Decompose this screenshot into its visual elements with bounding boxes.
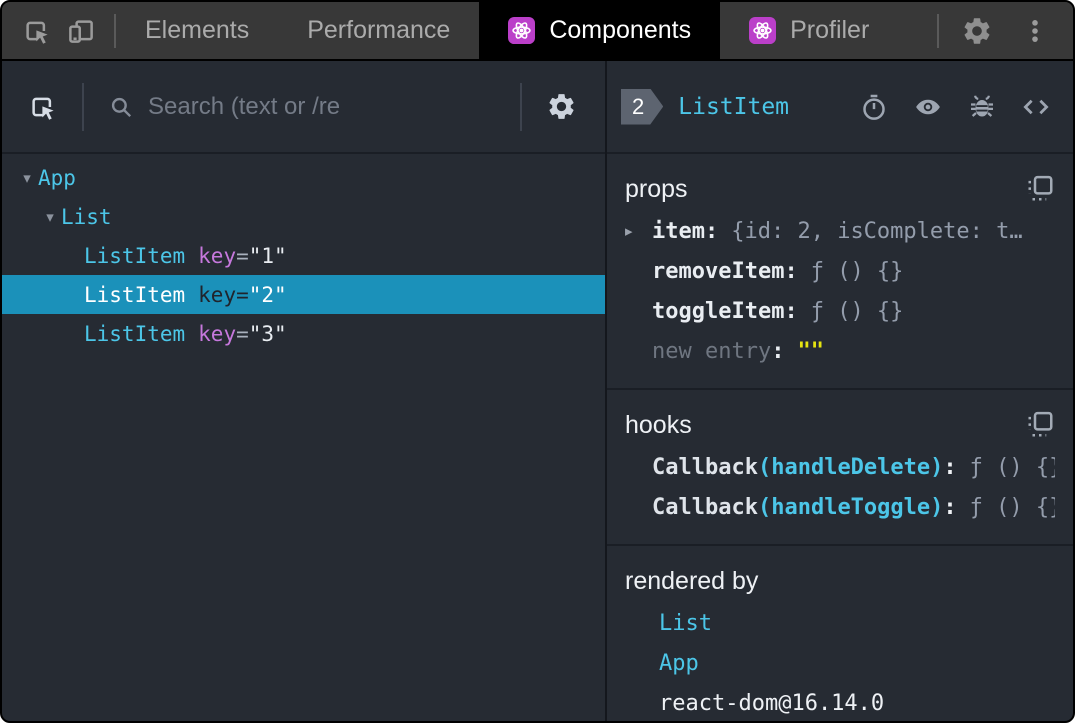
- key-attr-name: key: [198, 321, 237, 346]
- copy-hooks-icon[interactable]: [1025, 410, 1055, 440]
- component-name: ListItem: [84, 321, 186, 346]
- settings-gear-icon[interactable]: [939, 2, 1015, 59]
- react-logo-icon: [508, 17, 536, 44]
- toolbar-divider: [520, 82, 522, 131]
- inspect-dom-eye-icon[interactable]: [913, 92, 943, 122]
- device-toolbar-icon[interactable]: [66, 2, 114, 59]
- owner-link-app[interactable]: App: [625, 644, 1055, 684]
- rendered-by-section: rendered by List App react-dom@16.14.0: [607, 546, 1073, 721]
- select-element-icon[interactable]: [28, 92, 58, 122]
- devtools-tabs: Elements Performance Components Profiler: [116, 2, 898, 59]
- prop-value: ƒ () {}: [810, 299, 904, 324]
- inspected-element-header: 2 ListItem: [607, 61, 1073, 154]
- search-icon: [108, 94, 134, 120]
- new-entry-value[interactable]: "": [797, 332, 824, 372]
- devtools-topbar: Elements Performance Components Profiler: [2, 2, 1073, 61]
- prop-row-removeitem[interactable]: removeItem: ƒ () {}: [625, 252, 1055, 292]
- key-attr-value: "3": [248, 321, 287, 346]
- props-section-title: props: [625, 174, 688, 203]
- tab-label: Elements: [145, 16, 250, 44]
- selected-component-name: ListItem: [678, 93, 790, 120]
- rendered-by-title: rendered by: [625, 566, 759, 595]
- tree-row-list[interactable]: ▾ List: [2, 197, 605, 236]
- equals-sign: =: [236, 282, 249, 307]
- tree-row-listitem-2-selected[interactable]: ListItem key = "2": [2, 275, 605, 314]
- suspend-stopwatch-icon[interactable]: [859, 92, 889, 122]
- inspected-element-panel: 2 ListItem props ▸ item: {id: 2, isComp…: [607, 61, 1073, 721]
- hook-value: ƒ () {}: [969, 495, 1055, 520]
- tab-label: Performance: [307, 16, 451, 44]
- equals-sign: =: [236, 321, 249, 346]
- devtools-window: Elements Performance Components Profiler…: [0, 0, 1075, 723]
- components-panel: ▾ App ▾ List ListItem key="1" ListItem k…: [2, 61, 1073, 721]
- component-name: List: [61, 204, 112, 229]
- prop-name: toggleItem: [652, 299, 785, 324]
- expand-arrow-icon[interactable]: ▾: [16, 169, 38, 187]
- hooks-section: hooks Callback (handleDelete): ƒ () {} C…: [607, 390, 1073, 546]
- inspect-element-icon[interactable]: [2, 2, 66, 59]
- tab-label: Profiler: [790, 16, 870, 44]
- tree-toolbar: [2, 61, 605, 154]
- props-section: props ▸ item: {id: 2, isComplete: t… rem…: [607, 154, 1073, 390]
- owners-stack-badge: 2: [621, 89, 663, 125]
- collapsed-arrow-icon[interactable]: ▸: [625, 212, 652, 252]
- react-logo-icon: [749, 17, 777, 44]
- new-entry-label[interactable]: new entry: [652, 332, 771, 372]
- prop-row-new-entry[interactable]: new entry: "": [625, 332, 1055, 372]
- log-to-console-bug-icon[interactable]: [967, 92, 997, 122]
- prop-row-item[interactable]: ▸ item: {id: 2, isComplete: t…: [625, 212, 1055, 252]
- hook-type: Callback: [652, 455, 758, 480]
- renderer-version: react-dom@16.14.0: [659, 691, 885, 716]
- hook-row-handletoggle[interactable]: Callback (handleToggle): ƒ () {}: [625, 488, 1055, 528]
- component-tree: ▾ App ▾ List ListItem key = "1" ListItem k…: [2, 154, 605, 721]
- key-attr-name: key: [198, 243, 237, 268]
- key-attr-value: "1": [248, 243, 287, 268]
- hooks-section-title: hooks: [625, 410, 692, 439]
- expand-arrow-icon[interactable]: ▾: [39, 208, 61, 226]
- component-name: ListItem: [84, 243, 186, 268]
- equals-sign: =: [236, 243, 249, 268]
- tab-label: Components: [549, 16, 692, 44]
- prop-value: {id: 2, isComplete: t…: [731, 219, 1023, 244]
- tab-components[interactable]: Components: [479, 2, 721, 59]
- prop-name: removeItem: [652, 259, 785, 284]
- tree-panel: ▾ App ▾ List ListItem key="1" ListItem k…: [2, 61, 607, 721]
- hook-row-handledelete[interactable]: Callback (handleDelete): ƒ () {}: [625, 448, 1055, 488]
- tab-performance[interactable]: Performance: [278, 2, 479, 59]
- tree-row-app[interactable]: ▾ App: [2, 158, 605, 197]
- hook-type: Callback: [652, 495, 758, 520]
- component-name: App: [38, 165, 76, 190]
- tab-profiler[interactable]: Profiler: [720, 2, 898, 59]
- key-attr-value: "2": [248, 282, 287, 307]
- more-options-icon[interactable]: [1015, 2, 1073, 59]
- hook-name: (handleDelete): [757, 455, 944, 480]
- search-input[interactable]: [148, 92, 496, 121]
- key-attr-name: key: [198, 282, 237, 307]
- tree-row-listitem-3[interactable]: ListItem key = "3": [2, 314, 605, 353]
- copy-props-icon[interactable]: [1025, 174, 1055, 204]
- component-name: ListItem: [84, 282, 186, 307]
- toolbar-divider: [82, 82, 84, 131]
- prop-name: item: [652, 219, 705, 244]
- hook-value: ƒ () {}: [969, 455, 1055, 480]
- owner-link-list[interactable]: List: [625, 604, 1055, 644]
- tab-elements[interactable]: Elements: [116, 2, 278, 59]
- hook-name: (handleToggle): [757, 495, 944, 520]
- tree-settings-gear-icon[interactable]: [546, 91, 577, 122]
- tree-row-listitem-1[interactable]: ListItem key = "1": [2, 236, 605, 275]
- prop-value: ƒ () {}: [810, 259, 904, 284]
- prop-row-toggleitem[interactable]: toggleItem: ƒ () {}: [625, 292, 1055, 332]
- view-source-code-icon[interactable]: [1021, 92, 1051, 122]
